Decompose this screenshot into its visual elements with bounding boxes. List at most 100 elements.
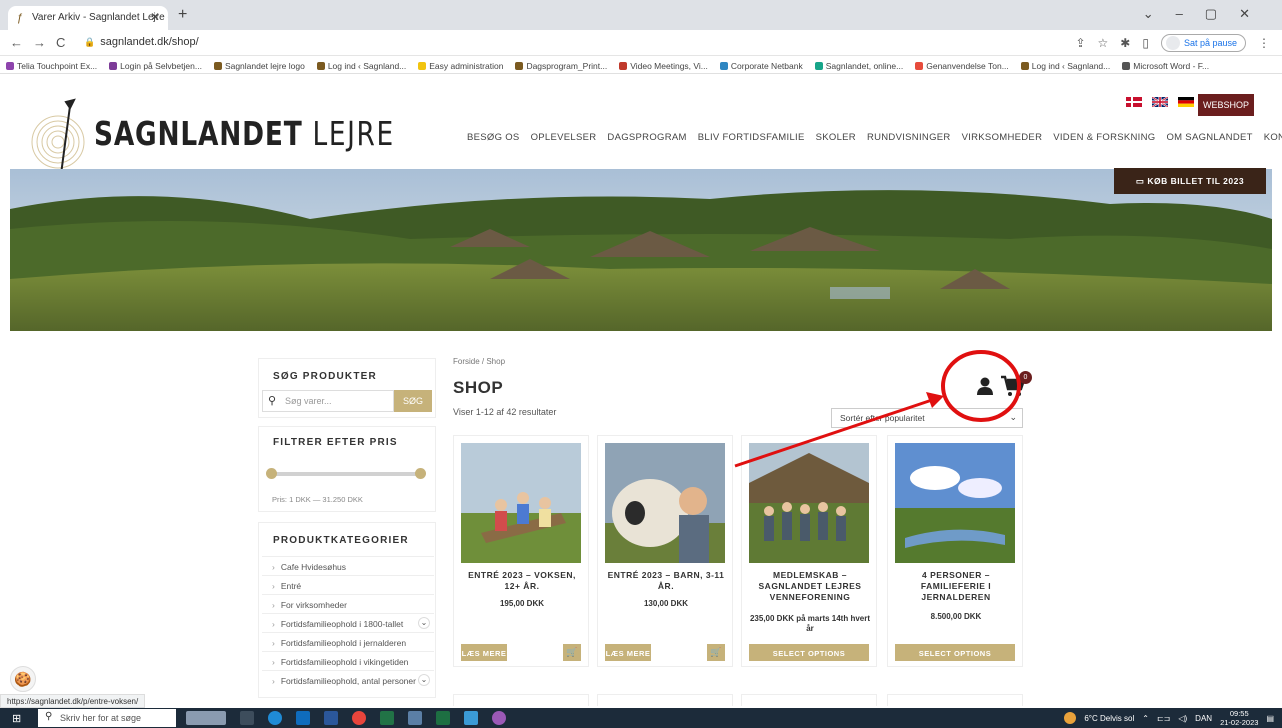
- uk-flag-icon[interactable]: [1152, 97, 1168, 107]
- add-to-cart-icon[interactable]: 🛒: [563, 644, 581, 661]
- site-logo[interactable]: SAGNLANDET LEJRE: [30, 90, 393, 182]
- bookmark-item[interactable]: Log ind ‹ Sagnland...: [1015, 58, 1116, 71]
- product-image[interactable]: [749, 443, 869, 563]
- expand-category-icon[interactable]: ⌄: [418, 674, 430, 686]
- webshop-button[interactable]: WEBSHOP: [1198, 94, 1254, 116]
- buy-ticket-button[interactable]: ▭ KØB BILLET TIL 2023: [1114, 168, 1266, 194]
- word-icon[interactable]: [324, 711, 338, 725]
- clock[interactable]: 09:55 21-02-2023: [1220, 709, 1258, 727]
- language-indicator[interactable]: DAN: [1195, 714, 1212, 723]
- teams-icon[interactable]: [492, 711, 506, 725]
- nav-item[interactable]: SKOLER: [816, 132, 856, 143]
- nav-item[interactable]: OM SAGNLANDET: [1166, 132, 1252, 143]
- spreadsheet-icon[interactable]: [436, 711, 450, 725]
- volume-icon[interactable]: ◁): [1178, 714, 1187, 723]
- read-more-button[interactable]: LÆS MERE: [461, 644, 507, 661]
- nav-item[interactable]: DAGSPROGRAM: [607, 132, 686, 143]
- product-image[interactable]: [895, 443, 1015, 563]
- extensions-icon[interactable]: ✱: [1120, 36, 1130, 50]
- app-icon[interactable]: [408, 711, 422, 725]
- nav-item[interactable]: BLIV FORTIDSFAMILIE: [698, 132, 805, 143]
- search-button[interactable]: SØG: [394, 390, 432, 412]
- bookmark-item[interactable]: Sagnlandet lejre logo: [208, 58, 311, 71]
- breadcrumb[interactable]: Forside / Shop: [453, 357, 505, 366]
- window-controls[interactable]: ⌄–▢✕: [1143, 6, 1272, 22]
- select-options-button[interactable]: SELECT OPTIONS: [749, 644, 869, 661]
- bookmark-item[interactable]: Telia Touchpoint Ex...: [0, 58, 103, 71]
- price-slider-min-handle[interactable]: [266, 468, 277, 479]
- category-item[interactable]: › Entré: [262, 575, 434, 594]
- weather-text[interactable]: 6°C Delvis sol: [1084, 714, 1134, 723]
- read-more-button[interactable]: LÆS MERE: [605, 644, 651, 661]
- browser-tab[interactable]: ƒ Varer Arkiv - Sagnlandet Lejre - F ✕: [8, 6, 168, 30]
- category-item[interactable]: › Fortidsfamilieophold i vikingetiden: [262, 651, 434, 670]
- bookmark-item[interactable]: Sagnlandet, online...: [809, 58, 910, 71]
- category-item[interactable]: › Fortidsfamilieophold, antal personer ⌄: [262, 670, 434, 689]
- search-input[interactable]: Søg varer...: [262, 390, 394, 412]
- file-explorer-icon[interactable]: [464, 711, 478, 725]
- sort-select[interactable]: Sortér efter popularitet ⌄: [831, 408, 1023, 428]
- german-flag-icon[interactable]: [1178, 97, 1194, 107]
- select-options-button[interactable]: SELECT OPTIONS: [895, 644, 1015, 661]
- expand-category-icon[interactable]: ⌄: [418, 617, 430, 629]
- windows-start-icon[interactable]: ⊞: [12, 712, 21, 725]
- nav-item[interactable]: KONTAKT: [1264, 132, 1282, 143]
- bookmark-item[interactable]: Login på Selvbetjen...: [103, 58, 208, 71]
- product-name[interactable]: 4 PERSONER – FAMILIEFERIE I JERNALDEREN: [894, 570, 1018, 603]
- product-card[interactable]: [887, 694, 1023, 706]
- task-view-icon[interactable]: [240, 711, 254, 725]
- product-name[interactable]: ENTRÉ 2023 – BARN, 3-11 ÅR.: [604, 570, 728, 592]
- add-to-cart-icon[interactable]: 🛒: [707, 644, 725, 661]
- cookie-settings-icon[interactable]: 🍪: [10, 666, 36, 692]
- tray-chevron-icon[interactable]: ⌃: [1142, 714, 1149, 723]
- product-card[interactable]: MEDLEMSKAB – SAGNLANDET LEJRES VENNEFORE…: [741, 435, 877, 667]
- category-item[interactable]: › Fortidsfamilieophold i jernalderen: [262, 632, 434, 651]
- product-card[interactable]: [597, 694, 733, 706]
- excel-icon[interactable]: [380, 711, 394, 725]
- url-field[interactable]: 🔒 sagnlandet.dk/shop/: [84, 36, 199, 48]
- edge-icon[interactable]: [268, 711, 282, 725]
- sidepanel-icon[interactable]: ▯: [1142, 36, 1149, 50]
- bookmark-item[interactable]: Dagsprogram_Print...: [509, 58, 613, 71]
- bookmark-item[interactable]: Microsoft Word - F...: [1116, 58, 1215, 71]
- network-icon[interactable]: ⊏⊐: [1157, 714, 1170, 723]
- menu-icon[interactable]: ⋮: [1258, 36, 1270, 50]
- close-tab-icon[interactable]: ✕: [150, 10, 160, 24]
- nav-item[interactable]: OPLEVELSER: [531, 132, 597, 143]
- category-item[interactable]: › For virksomheder: [262, 594, 434, 613]
- category-item[interactable]: › Cafe Hvidesøhus: [262, 556, 434, 575]
- product-card[interactable]: 4 PERSONER – FAMILIEFERIE I JERNALDEREN 8…: [887, 435, 1023, 667]
- product-image[interactable]: [461, 443, 581, 563]
- bookmark-item[interactable]: Video Meetings, Vi...: [613, 58, 714, 71]
- new-tab-icon[interactable]: +: [178, 6, 187, 24]
- profile-button[interactable]: Sat på pause: [1160, 34, 1246, 52]
- product-card[interactable]: ENTRÉ 2023 – VOKSEN, 12+ ÅR. 195,00 DKK LÆ…: [453, 435, 589, 667]
- price-slider-track[interactable]: [270, 472, 422, 476]
- price-slider-max-handle[interactable]: [415, 468, 426, 479]
- star-icon[interactable]: ☆: [1098, 36, 1109, 50]
- product-card[interactable]: ENTRÉ 2023 – BARN, 3-11 ÅR. 130,00 DKK LÆS…: [597, 435, 733, 667]
- taskbar-search-input[interactable]: Skriv her for at søge: [38, 709, 176, 727]
- chrome-icon[interactable]: [352, 711, 366, 725]
- nav-buttons[interactable]: ←→C: [10, 35, 75, 50]
- nav-item[interactable]: VIDEN & FORSKNING: [1053, 132, 1155, 143]
- bookmark-item[interactable]: Easy administration: [412, 58, 509, 71]
- widgets-icon[interactable]: [186, 711, 226, 725]
- share-icon[interactable]: ⇪: [1075, 36, 1085, 50]
- nav-item[interactable]: BESØG OS: [467, 132, 520, 143]
- category-item[interactable]: › Fortidsfamilieophold i 1800-tallet ⌄: [262, 613, 434, 632]
- user-account-icon[interactable]: [975, 376, 995, 396]
- product-name[interactable]: ENTRÉ 2023 – VOKSEN, 12+ ÅR.: [460, 570, 584, 592]
- product-card[interactable]: [741, 694, 877, 706]
- outlook-icon[interactable]: [296, 711, 310, 725]
- bookmark-item[interactable]: Genanvendelse Ton...: [909, 58, 1015, 71]
- danish-flag-icon[interactable]: [1126, 97, 1142, 107]
- product-name[interactable]: MEDLEMSKAB – SAGNLANDET LEJRES VENNEFORE…: [748, 570, 872, 603]
- nav-item[interactable]: VIRKSOMHEDER: [962, 132, 1043, 143]
- bookmark-item[interactable]: Corporate Netbank: [714, 58, 809, 71]
- notifications-icon[interactable]: ▤: [1266, 714, 1274, 723]
- product-card[interactable]: [453, 694, 589, 706]
- nav-item[interactable]: RUNDVISNINGER: [867, 132, 951, 143]
- bookmark-item[interactable]: Log ind ‹ Sagnland...: [311, 58, 412, 71]
- product-image[interactable]: [605, 443, 725, 563]
